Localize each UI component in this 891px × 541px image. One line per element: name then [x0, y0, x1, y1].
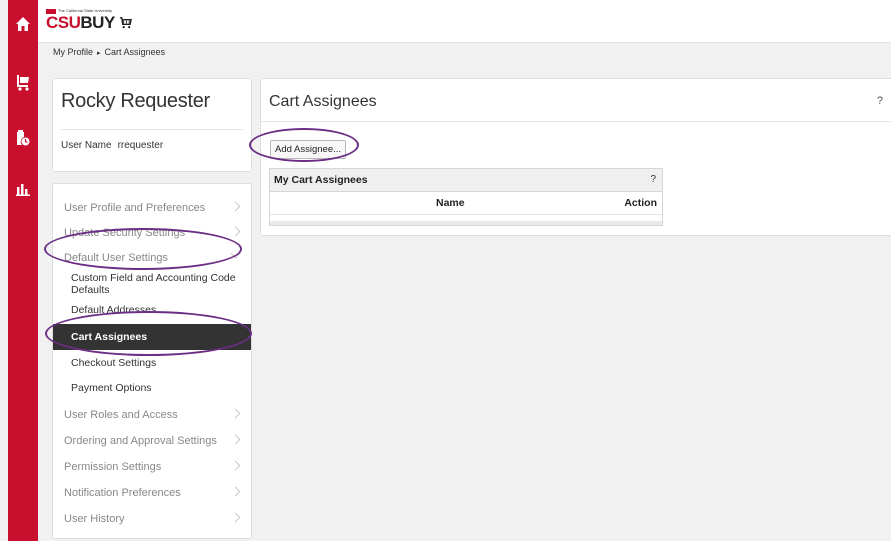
nav-label: Notification Preferences — [64, 487, 181, 499]
cart-assignees-table: My Cart Assignees ? Name Action — [269, 168, 663, 226]
profile-nav: User Profile and Preferences Update Secu… — [52, 183, 252, 539]
nav-user-profile-preferences[interactable]: User Profile and Preferences — [53, 195, 251, 221]
nav-label: User Roles and Access — [64, 409, 178, 421]
nav-sub-custom-field-defaults[interactable]: Custom Field and Accounting Code Default… — [53, 271, 251, 297]
table-scrollbar[interactable] — [270, 221, 662, 225]
breadcrumb-separator-icon: ▸ — [97, 50, 101, 57]
logo-wordmark: CSUBUY — [46, 13, 132, 33]
help-icon[interactable]: ? — [877, 95, 883, 107]
logo-buy: BUY — [80, 13, 115, 32]
nav-permission-settings[interactable]: Permission Settings — [53, 454, 251, 480]
username-label: User Name — [61, 140, 112, 151]
nav-label: User History — [64, 513, 125, 525]
breadcrumb-my-profile[interactable]: My Profile — [53, 47, 93, 57]
home-icon[interactable] — [8, 13, 38, 35]
nav-sub-label: Checkout Settings — [71, 357, 157, 369]
nav-sub-label: Custom Field and Accounting Code Default… — [71, 272, 236, 296]
add-assignee-button[interactable]: Add Assignee... — [270, 140, 347, 159]
chevron-right-icon — [230, 434, 241, 445]
top-bar: The California State University CSUBUY — [38, 0, 891, 43]
nav-label: Update Security Settings — [64, 227, 186, 239]
left-rail — [8, 0, 38, 541]
username-value: rrequester — [117, 140, 164, 151]
nav-update-security-settings[interactable]: Update Security Settings — [53, 220, 251, 246]
reports-icon[interactable] — [8, 178, 38, 200]
nav-sub-label: Default Addresses — [71, 304, 157, 316]
table-help-icon[interactable]: ? — [650, 174, 656, 185]
breadcrumb: My Profile ▸ Cart Assignees — [53, 47, 165, 57]
profile-card: Rocky Requester User Name rrequester — [52, 78, 252, 172]
chevron-right-icon — [230, 460, 241, 471]
nav-sub-cart-assignees[interactable]: Cart Assignees — [53, 324, 251, 350]
nav-sub-label: Cart Assignees — [71, 331, 148, 343]
chevron-down-icon — [230, 248, 241, 259]
nav-notification-preferences[interactable]: Notification Preferences — [53, 480, 251, 506]
chevron-right-icon — [230, 486, 241, 497]
logo-csu: CSU — [46, 13, 81, 32]
cart-assignees-panel: Cart Assignees ? Add Assignee... My Cart… — [260, 78, 891, 236]
nav-sub-label: Payment Options — [71, 382, 152, 394]
page-title: Cart Assignees — [269, 93, 377, 110]
nav-label: User Profile and Preferences — [64, 202, 206, 214]
nav-sub-payment-options[interactable]: Payment Options — [53, 375, 251, 401]
nav-default-user-settings[interactable]: Default User Settings — [53, 245, 251, 271]
nav-label: Default User Settings — [64, 252, 168, 264]
table-column-headers: Name Action — [270, 192, 662, 215]
cart-icon[interactable] — [8, 71, 38, 93]
order-history-icon[interactable] — [8, 127, 38, 149]
table-header: My Cart Assignees ? — [270, 169, 662, 192]
breadcrumb-current: Cart Assignees — [104, 47, 166, 57]
nav-ordering-approval-settings[interactable]: Ordering and Approval Settings — [53, 428, 251, 454]
profile-divider — [61, 129, 243, 130]
table-title: My Cart Assignees — [274, 174, 368, 186]
column-action: Action — [624, 197, 657, 209]
profile-username: User Name rrequester — [61, 140, 163, 151]
nav-sub-default-addresses[interactable]: Default Addresses — [53, 297, 251, 323]
title-divider — [261, 121, 891, 122]
chevron-right-icon — [230, 226, 241, 237]
chevron-right-icon — [230, 201, 241, 212]
nav-user-history[interactable]: User History — [53, 506, 251, 532]
profile-name: Rocky Requester — [61, 90, 210, 112]
logo-cart-icon — [119, 17, 132, 29]
nav-label: Ordering and Approval Settings — [64, 435, 217, 447]
chevron-right-icon — [230, 512, 241, 523]
column-name[interactable]: Name — [436, 197, 465, 209]
chevron-right-icon — [230, 408, 241, 419]
nav-sub-checkout-settings[interactable]: Checkout Settings — [53, 350, 251, 376]
nav-label: Permission Settings — [64, 461, 162, 473]
nav-user-roles-access[interactable]: User Roles and Access — [53, 402, 251, 428]
